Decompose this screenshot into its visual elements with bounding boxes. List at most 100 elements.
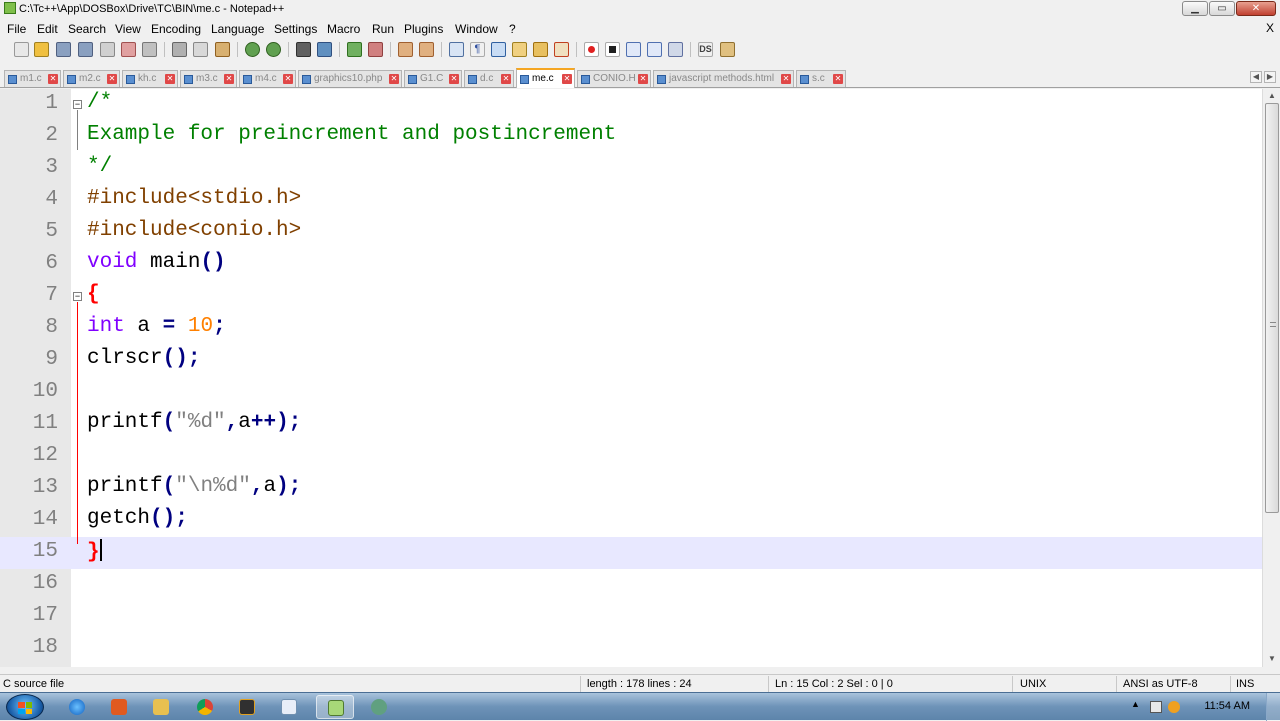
- save-all-icon[interactable]: [78, 42, 93, 57]
- code-line[interactable]: 8 int a = 10;: [0, 313, 1262, 345]
- code-line[interactable]: 17: [0, 601, 1262, 633]
- code-line[interactable]: 16: [0, 569, 1262, 601]
- taskbar-app-green[interactable]: [360, 695, 398, 719]
- play-macro-icon[interactable]: [626, 42, 641, 57]
- tab-close-icon[interactable]: ✕: [48, 74, 58, 84]
- stop-macro-icon[interactable]: [605, 42, 620, 57]
- code-line[interactable]: 7{: [0, 281, 1262, 313]
- taskbar-chrome[interactable]: [186, 695, 224, 719]
- tab-conio-h[interactable]: CONIO.H ✕: [577, 70, 651, 87]
- code-line[interactable]: 11 printf("%d",a++);: [0, 409, 1262, 441]
- function-list-icon[interactable]: [554, 42, 569, 57]
- tab-close-icon[interactable]: ✕: [562, 74, 572, 84]
- vertical-scrollbar[interactable]: ▲ ▼: [1262, 89, 1280, 667]
- tab-close-icon[interactable]: ✕: [638, 74, 648, 84]
- scroll-up-icon[interactable]: ▲: [1266, 90, 1278, 102]
- tab-close-icon[interactable]: ✕: [165, 74, 175, 84]
- menu-encoding[interactable]: Encoding: [151, 22, 201, 36]
- record-macro-icon[interactable]: [584, 42, 599, 57]
- tab-close-icon[interactable]: ✕: [833, 74, 843, 84]
- code-line[interactable]: 4 #include<stdio.h>: [0, 185, 1262, 217]
- show-all-characters-icon[interactable]: ¶: [470, 42, 485, 57]
- menu-view[interactable]: View: [115, 22, 141, 36]
- tab-javascript-methods-html[interactable]: javascript methods.html ✕: [653, 70, 794, 87]
- code-line[interactable]: 5 #include<conio.h>: [0, 217, 1262, 249]
- line-code[interactable]: clrscr();: [87, 347, 200, 370]
- tab-graphics10-php[interactable]: graphics10.php ✕: [298, 70, 402, 87]
- dosbox-plugin-icon[interactable]: DS: [698, 42, 713, 57]
- tab-close-icon[interactable]: ✕: [501, 74, 511, 84]
- plugin-icon[interactable]: [720, 42, 735, 57]
- taskbar-window[interactable]: [270, 695, 308, 719]
- menu-macro[interactable]: Macro: [327, 22, 360, 36]
- taskbar-dosbox[interactable]: [228, 695, 266, 719]
- code-line[interactable]: 15}: [0, 537, 1262, 569]
- maximize-button[interactable]: ▭: [1209, 1, 1235, 16]
- tray-app-icon[interactable]: [1168, 701, 1180, 713]
- tab-scroll-right-icon[interactable]: ▶: [1264, 71, 1276, 83]
- close-file-icon[interactable]: [100, 42, 115, 57]
- fold-collapse-icon[interactable]: −: [73, 292, 82, 301]
- zoom-in-icon[interactable]: [347, 42, 362, 57]
- menu-settings[interactable]: Settings: [274, 22, 317, 36]
- document-map-icon[interactable]: [533, 42, 548, 57]
- line-code[interactable]: }: [87, 539, 102, 564]
- scroll-down-icon[interactable]: ▼: [1266, 653, 1278, 665]
- taskbar-app-orange[interactable]: [100, 695, 138, 719]
- code-line[interactable]: 10: [0, 377, 1262, 409]
- cut-icon[interactable]: [172, 42, 187, 57]
- word-wrap-icon[interactable]: [449, 42, 464, 57]
- menu-run[interactable]: Run: [372, 22, 394, 36]
- tab-d-c[interactable]: d.c ✕: [464, 70, 514, 87]
- line-code[interactable]: Example for preincrement and postincreme…: [87, 123, 616, 146]
- line-code[interactable]: #include<conio.h>: [87, 219, 301, 242]
- line-code[interactable]: printf("%d",a++);: [87, 411, 301, 434]
- redo-icon[interactable]: [266, 42, 281, 57]
- print-icon[interactable]: [142, 42, 157, 57]
- tab-close-icon[interactable]: ✕: [389, 74, 399, 84]
- code-line[interactable]: 2 Example for preincrement and postincrem…: [0, 121, 1262, 153]
- find-icon[interactable]: [296, 42, 311, 57]
- tab-close-icon[interactable]: ✕: [781, 74, 791, 84]
- tab-kh-c[interactable]: kh.c ✕: [122, 70, 178, 87]
- menu-help[interactable]: ?: [509, 22, 516, 36]
- tab-m1-c[interactable]: m1.c ✕: [4, 70, 61, 87]
- line-code[interactable]: printf("\n%d",a);: [87, 475, 301, 498]
- menu-window[interactable]: Window: [455, 22, 498, 36]
- line-code[interactable]: #include<stdio.h>: [87, 187, 301, 210]
- zoom-out-icon[interactable]: [368, 42, 383, 57]
- tab-close-icon[interactable]: ✕: [449, 74, 459, 84]
- open-file-icon[interactable]: [34, 42, 49, 57]
- menu-search[interactable]: Search: [68, 22, 106, 36]
- tab-close-icon[interactable]: ✕: [107, 74, 117, 84]
- paste-icon[interactable]: [215, 42, 230, 57]
- code-line[interactable]: 13 printf("\n%d",a);: [0, 473, 1262, 505]
- network-icon[interactable]: [1150, 701, 1162, 713]
- undo-icon[interactable]: [245, 42, 260, 57]
- replace-icon[interactable]: [317, 42, 332, 57]
- save-icon[interactable]: [56, 42, 71, 57]
- code-line[interactable]: 12: [0, 441, 1262, 473]
- code-line[interactable]: 18: [0, 633, 1262, 665]
- start-button[interactable]: [6, 694, 44, 720]
- sync-vertical-icon[interactable]: [398, 42, 413, 57]
- menu-file[interactable]: File: [7, 22, 26, 36]
- menu-plugins[interactable]: Plugins: [404, 22, 443, 36]
- code-line[interactable]: 14 getch();: [0, 505, 1262, 537]
- run-macro-multiple-icon[interactable]: [647, 42, 662, 57]
- line-code[interactable]: getch();: [87, 507, 188, 530]
- clock[interactable]: 11:54 AM: [1204, 700, 1250, 712]
- line-code[interactable]: /*: [87, 91, 112, 114]
- tab-m3-c[interactable]: m3.c ✕: [180, 70, 237, 87]
- new-file-icon[interactable]: [14, 42, 29, 57]
- menu-language[interactable]: Language: [211, 22, 264, 36]
- minimize-button[interactable]: ▁: [1182, 1, 1208, 16]
- editor[interactable]: 1 /* 2 Example for preincrement and postinc…: [0, 89, 1262, 667]
- show-hidden-icons[interactable]: ▲: [1131, 699, 1143, 711]
- indent-guide-icon[interactable]: [491, 42, 506, 57]
- copy-icon[interactable]: [193, 42, 208, 57]
- tab-g1-c[interactable]: G1.C ✕: [404, 70, 462, 87]
- user-language-icon[interactable]: [512, 42, 527, 57]
- tab-close-icon[interactable]: ✕: [283, 74, 293, 84]
- line-code[interactable]: void main(): [87, 251, 226, 274]
